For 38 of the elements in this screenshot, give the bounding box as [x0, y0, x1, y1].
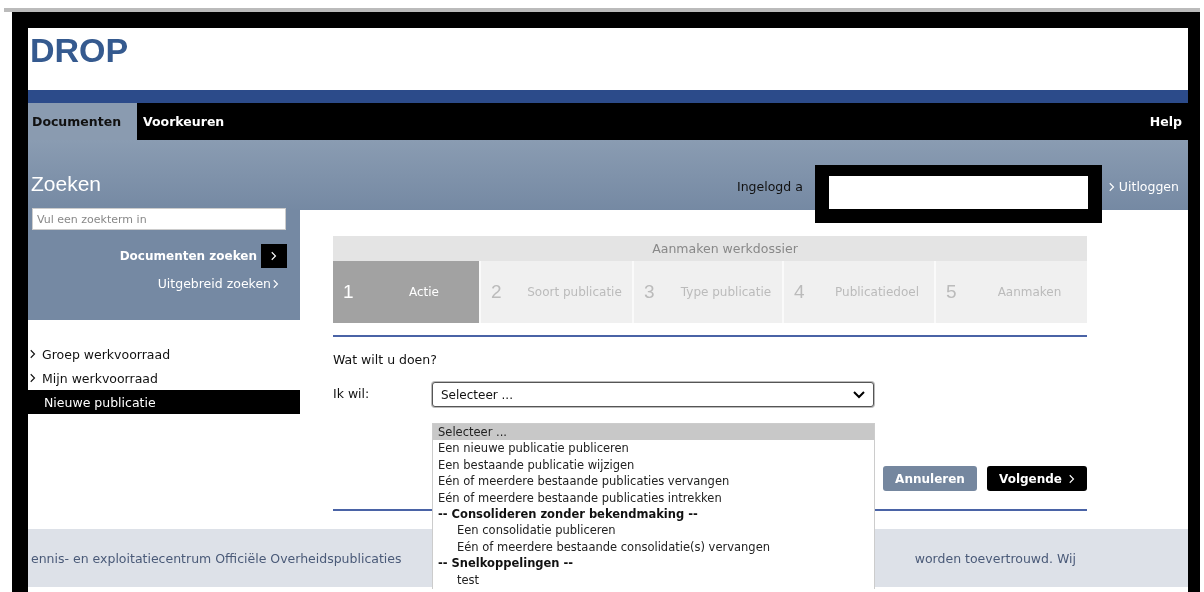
wizard-step: 1 Actie — [333, 261, 481, 323]
sidebar-item[interactable]: Nieuwe publicatie — [28, 390, 300, 414]
field-label: Ik wil: — [333, 385, 371, 401]
nav-tab[interactable]: Documenten — [28, 103, 138, 140]
dropdown-option[interactable]: test — [433, 571, 874, 588]
chevron-icon — [273, 278, 279, 289]
help-link[interactable]: Help — [1149, 114, 1182, 129]
option-group-label: -- Consolideren zonder bekendmaking -- — [437, 505, 699, 523]
chevron-icon — [261, 244, 287, 268]
cancel-button[interactable]: Annuleren — [883, 466, 977, 491]
chevron-icon — [30, 349, 36, 359]
wizard-title: Aanmaken werkdossier — [333, 236, 1087, 261]
action-dropdown[interactable]: Selecteer ... — [432, 382, 874, 407]
dropdown-option[interactable]: Eén of meerdere bestaande publicaties vervangen — [433, 473, 874, 490]
question-text: Wat wilt u doen? — [333, 352, 438, 367]
page-title: Zoeken — [31, 172, 103, 196]
search-documents-button[interactable]: Documenten zoeken — [119, 244, 287, 268]
footer-text: worden toevertrouwd. Wij — [914, 551, 1076, 568]
logo-text: DROP — [30, 31, 129, 69]
chevron-icon — [1108, 181, 1115, 192]
footer-text: ennis- en exploitatiecentrum Officiële Overheidspublicaties — [31, 551, 402, 568]
dropdown-option[interactable]: Een nieuwe publicatie publiceren — [433, 440, 874, 457]
dropdown-option[interactable]: Eén of meerdere bestaande consolidatie(s) vervangen — [433, 538, 874, 556]
advanced-search-link[interactable]: Uitgebreid zoeken — [157, 276, 279, 291]
chevron-icon — [1069, 473, 1075, 484]
dropdown-option[interactable]: Eén of meerdere bestaande publicaties intrekken — [433, 489, 874, 506]
dropdown-option[interactable]: Selecteer ... — [433, 424, 874, 441]
sidebar-item[interactable]: Groep werkvoorraad — [28, 342, 300, 366]
caret-icon — [853, 390, 865, 399]
nav-tab[interactable]: Voorkeuren — [139, 103, 241, 140]
dropdown-option[interactable]: Een bestaande publicatie wijzigen — [433, 456, 874, 474]
chevron-icon — [30, 373, 36, 383]
next-button[interactable]: Volgende — [987, 466, 1087, 491]
dropdown-option[interactable]: Een consolidatie publiceren — [433, 522, 874, 539]
sidebar-item[interactable]: Mijn werkvoorraad — [28, 366, 300, 390]
logged-in-label: Ingelogd a — [737, 179, 803, 194]
search-field[interactable]: Vul een zoekterm in — [32, 208, 286, 230]
option-group-label: -- Snelkoppelingen -- — [437, 555, 575, 572]
